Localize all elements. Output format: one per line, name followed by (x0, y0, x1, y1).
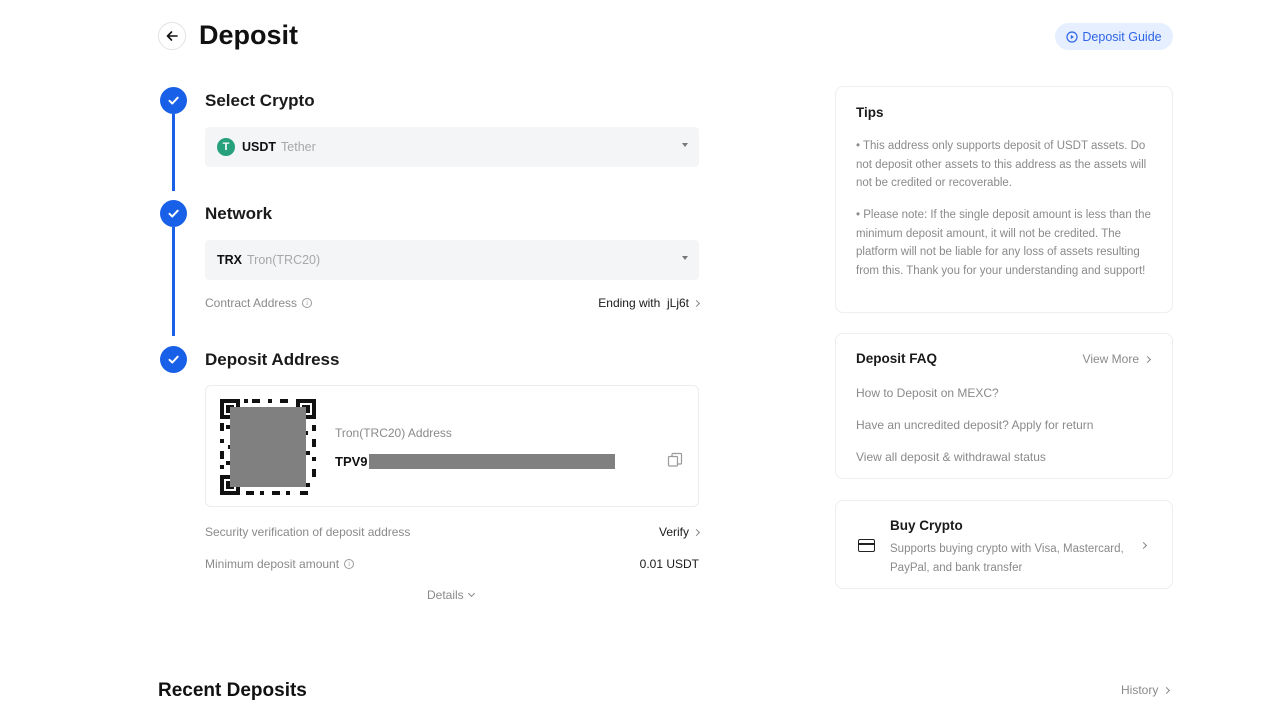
step-check-icon (160, 87, 187, 114)
contract-address-text: Contract Address (205, 296, 298, 310)
network-symbol: TRX (217, 253, 242, 267)
chevron-down-icon (467, 589, 475, 598)
play-circle-icon (1066, 30, 1078, 43)
coin-name: Tether (281, 140, 316, 154)
step-connector (172, 227, 175, 336)
minimum-deposit-value: 0.01 USDT (639, 557, 699, 571)
caret-down-icon (682, 143, 688, 147)
buy-crypto-description: Supports buying crypto with Visa, Master… (890, 543, 1124, 574)
redacted-address (368, 454, 615, 469)
step-check-icon (160, 200, 187, 227)
step-title-select-crypto: Select Crypto (205, 91, 315, 110)
copy-icon[interactable] (667, 452, 683, 468)
network-name: Tron(TRC20) (247, 253, 321, 267)
chevron-right-icon (692, 528, 701, 536)
chevron-right-icon (692, 299, 701, 307)
tips-title: Tips (856, 105, 884, 120)
qr-code-icon[interactable] (220, 399, 316, 495)
details-label: Details (427, 588, 464, 602)
history-label: History (1121, 683, 1159, 697)
tip-item: • This address only supports deposit of … (856, 140, 1147, 190)
deposit-address-value[interactable]: TPV9 (335, 454, 615, 469)
info-icon[interactable]: i (302, 298, 313, 308)
network-select[interactable]: TRX Tron(TRC20) (205, 240, 699, 280)
view-more-label: View More (1082, 352, 1139, 366)
chevron-right-icon (1139, 541, 1148, 550)
crypto-select[interactable]: T USDT Tether (205, 127, 699, 167)
minimum-deposit-text: Minimum deposit amount (205, 557, 340, 571)
verify-label: Verify (658, 525, 689, 539)
address-network-label: Tron(TRC20) Address (335, 426, 452, 440)
contract-address-label: Contract Address i (205, 296, 313, 310)
faq-link[interactable]: Have an uncredited deposit? Apply for re… (856, 418, 1093, 432)
details-toggle[interactable]: Details (427, 588, 475, 602)
step-connector (172, 114, 175, 191)
buy-crypto-title: Buy Crypto (890, 518, 963, 533)
deposit-address-card: Tron(TRC20) Address TPV9 (205, 385, 699, 507)
address-prefix: TPV9 (335, 454, 368, 469)
tether-icon: T (217, 138, 235, 156)
history-link[interactable]: History (1121, 683, 1171, 697)
minimum-deposit-label: Minimum deposit amount i (205, 557, 355, 571)
faq-link[interactable]: View all deposit & withdrawal status (856, 450, 1046, 464)
faq-link[interactable]: How to Deposit on MEXC? (856, 386, 999, 400)
caret-down-icon (682, 256, 688, 260)
tip-item: • Please note: If the single deposit amo… (856, 209, 1151, 278)
credit-card-icon (858, 539, 875, 552)
security-verification-label: Security verification of deposit address (205, 525, 411, 539)
recent-deposits-title: Recent Deposits (158, 680, 307, 701)
arrow-left-icon (166, 31, 178, 41)
deposit-faq-card: Deposit FAQ View More How to Deposit on … (835, 333, 1173, 479)
chevron-right-icon (1143, 355, 1152, 363)
tips-card: Tips • This address only supports deposi… (835, 86, 1173, 313)
buy-crypto-card[interactable]: Buy Crypto Supports buying crypto with V… (835, 500, 1173, 589)
coin-symbol: USDT (242, 140, 277, 154)
contract-address-link[interactable]: Ending with jLj6t (598, 296, 701, 310)
page-title: Deposit (199, 20, 299, 50)
info-icon[interactable]: i (344, 559, 355, 569)
back-button[interactable] (158, 22, 186, 50)
deposit-guide-button[interactable]: Deposit Guide (1055, 23, 1173, 50)
step-check-icon (160, 346, 187, 373)
step-title-network: Network (205, 204, 273, 223)
contract-address-value: Ending with jLj6t (598, 296, 689, 310)
view-more-link[interactable]: View More (1082, 352, 1152, 366)
step-title-deposit-address: Deposit Address (205, 350, 340, 369)
deposit-guide-label: Deposit Guide (1082, 29, 1162, 44)
verify-link[interactable]: Verify (658, 525, 701, 539)
chevron-right-icon (1163, 686, 1171, 694)
faq-title: Deposit FAQ (856, 351, 938, 366)
